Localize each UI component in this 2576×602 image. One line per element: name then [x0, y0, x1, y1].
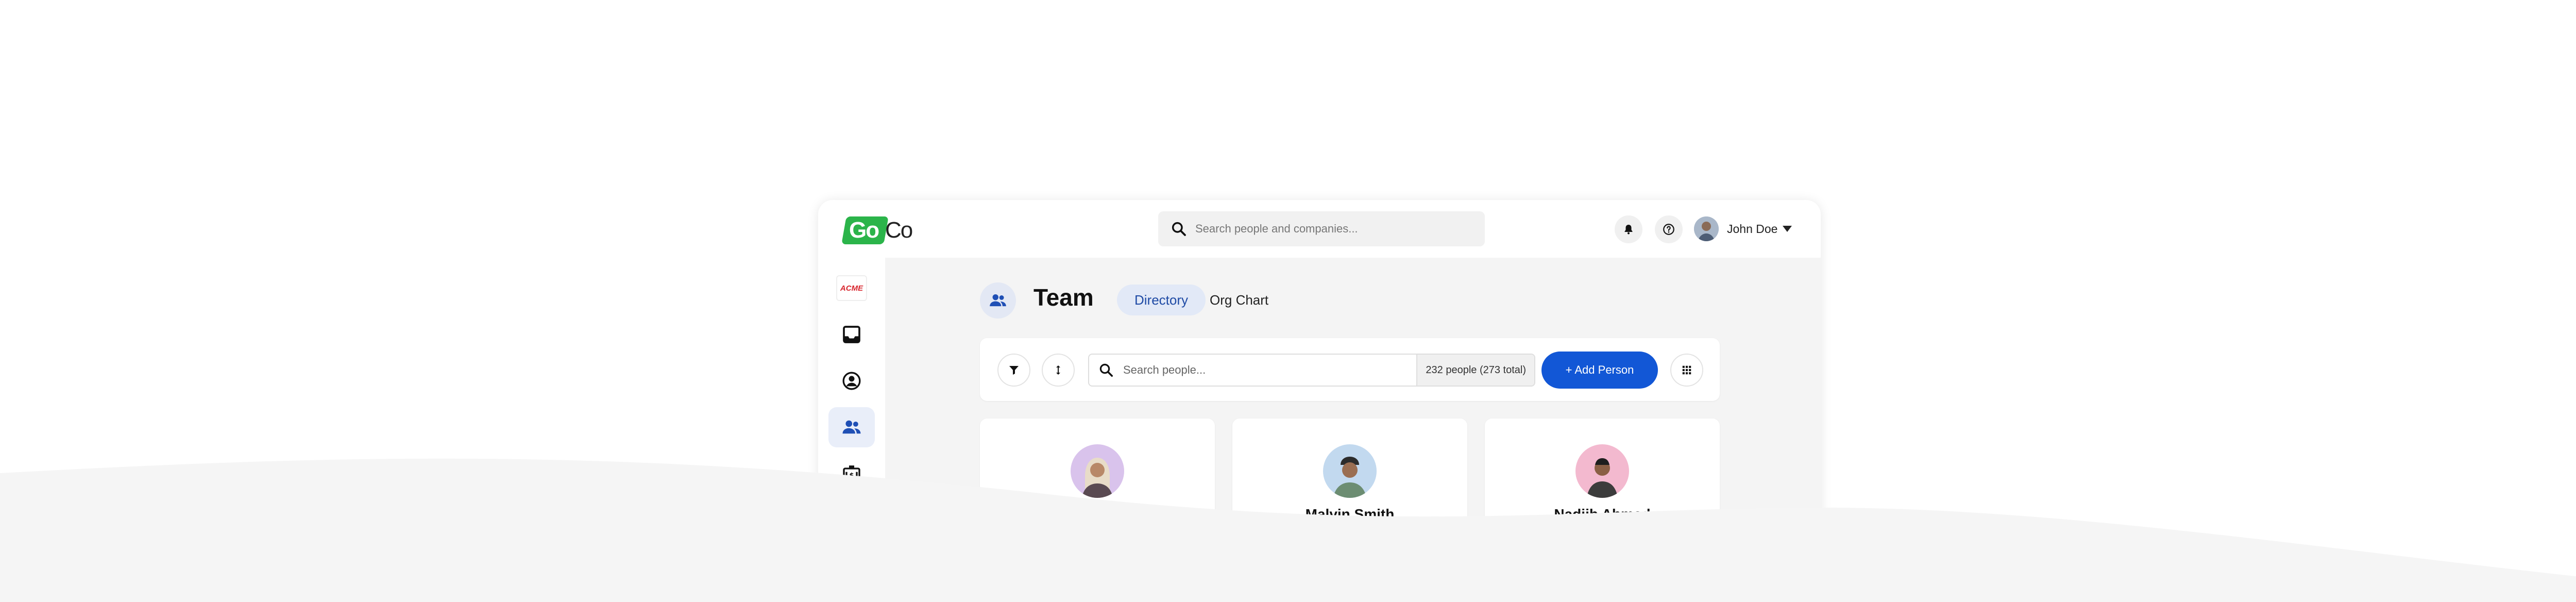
sidebar-item-more[interactable] — [828, 546, 875, 561]
grid-view-button[interactable] — [1670, 354, 1703, 387]
tab-org-chart[interactable]: Org Chart — [1192, 285, 1286, 315]
global-search[interactable] — [1158, 211, 1485, 246]
filter-icon — [1009, 366, 1019, 375]
logo-go-text: Go — [849, 218, 879, 243]
person-role: Multimedia Designer — [1302, 528, 1397, 539]
user-name: John Doe — [1727, 222, 1778, 236]
time-icon — [845, 558, 858, 561]
sidebar-item-inbox[interactable] — [828, 314, 875, 355]
grid-icon — [1682, 365, 1691, 375]
chevron-down-icon — [1783, 226, 1792, 232]
person-name: Haleema Salami — [1042, 506, 1153, 522]
add-person-button[interactable]: + Add Person — [1541, 352, 1658, 389]
main-content: Team Directory Org Chart 232 pe — [885, 258, 1821, 561]
bell-icon — [1624, 225, 1633, 235]
notifications-button[interactable] — [1615, 215, 1642, 243]
sort-icon — [1056, 365, 1060, 375]
avatar — [1071, 444, 1124, 498]
avatar — [1323, 444, 1377, 498]
avatar — [1575, 444, 1629, 498]
person-name: Nadiib Ahmed — [1554, 506, 1651, 522]
profile-icon — [842, 372, 861, 390]
person-name: Malvin Smith — [1305, 506, 1395, 522]
search-icon — [1099, 363, 1113, 377]
team-icon — [842, 420, 861, 434]
user-menu[interactable]: John Doe — [1694, 214, 1792, 243]
sort-button[interactable] — [1042, 354, 1075, 387]
sidebar: ACME $ — [818, 258, 885, 561]
person-card[interactable]: Haleema Salami Client Success Analyst — [980, 419, 1215, 561]
page-title: Team — [1033, 284, 1094, 311]
svg-text:$: $ — [849, 472, 854, 480]
sidebar-item-profile[interactable] — [828, 361, 875, 401]
directory-toolbar: 232 people (273 total) + Add Person — [980, 338, 1720, 401]
people-search[interactable]: 232 people (273 total) — [1088, 354, 1535, 387]
company-logo: ACME — [836, 275, 867, 301]
people-count: 232 people (273 total) — [1416, 355, 1534, 386]
user-avatar — [1694, 216, 1719, 241]
logo-co-text: Co — [885, 218, 913, 243]
person-card[interactable]: Malvin Smith Multimedia Designer — [1232, 419, 1467, 561]
goco-logo[interactable]: Go Co — [841, 216, 921, 244]
person-role: Client Success Analyst — [1045, 528, 1150, 539]
sidebar-item-company[interactable]: ACME — [828, 268, 875, 308]
help-button[interactable] — [1655, 215, 1683, 243]
people-search-input[interactable] — [1122, 363, 1417, 377]
inbox-icon — [843, 326, 860, 343]
team-page-icon — [980, 282, 1016, 319]
team-icon — [990, 294, 1006, 307]
global-search-input[interactable] — [1194, 222, 1464, 236]
person-card[interactable]: Nadiib Ahmed — [1485, 419, 1720, 561]
top-bar: Go Co Search people and companies... Joh… — [818, 200, 1821, 258]
filter-button[interactable] — [997, 354, 1030, 387]
umbrella-icon — [843, 512, 860, 529]
app-window: Go Co Search people and companies... Joh… — [818, 200, 1821, 561]
search-icon — [1172, 222, 1186, 236]
sidebar-item-payroll[interactable]: $ — [828, 454, 875, 494]
sidebar-item-team[interactable] — [828, 407, 875, 447]
payroll-icon: $ — [843, 465, 860, 481]
sidebar-item-benefits[interactable] — [828, 500, 875, 540]
help-icon — [1663, 224, 1674, 235]
